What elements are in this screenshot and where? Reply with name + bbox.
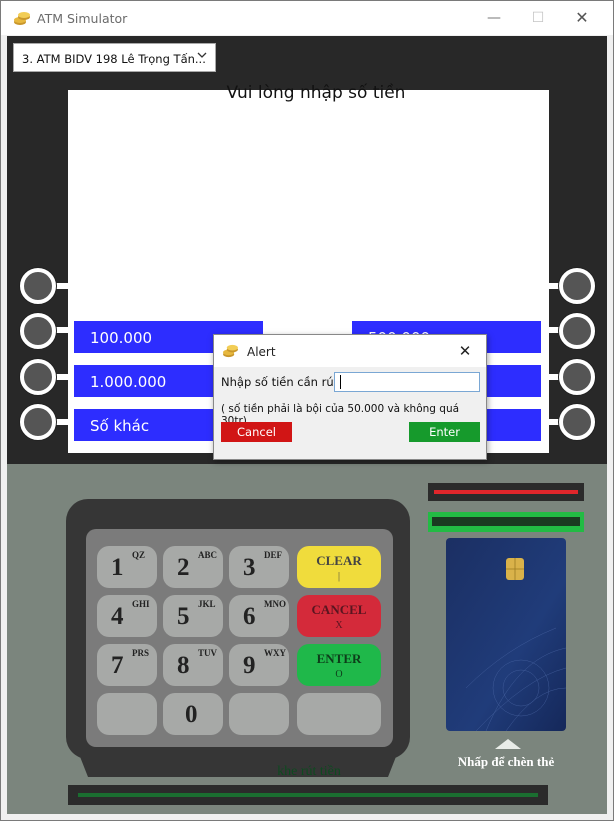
key-8[interactable]: 8 TUV	[163, 644, 223, 686]
title-bar: ATM Simulator — ☐ ✕	[1, 1, 613, 35]
key-5[interactable]: 5 JKL	[163, 595, 223, 637]
bank-card[interactable]	[446, 538, 566, 731]
left-side-button-2[interactable]	[20, 313, 56, 349]
window-title: ATM Simulator	[37, 11, 128, 26]
key-letters: ABC	[198, 550, 218, 560]
key-number: 9	[243, 652, 256, 679]
right-side-button-4[interactable]	[559, 404, 595, 440]
key-letters: JKL	[198, 599, 216, 609]
amount-input[interactable]	[334, 372, 480, 392]
key-2[interactable]: 2 ABC	[163, 546, 223, 588]
key-number: 3	[243, 554, 256, 581]
key-letters: MNO	[264, 599, 286, 609]
dialog-close-button[interactable]: ✕	[454, 340, 476, 362]
cash-dispenser-slot	[68, 785, 548, 805]
key-number: 6	[243, 603, 256, 630]
text-cursor	[340, 375, 341, 389]
insert-card-label[interactable]: Nhấp để chèn thẻ	[451, 754, 561, 770]
key-number: 7	[111, 652, 124, 679]
dialog-title-bar: Alert ✕	[214, 335, 486, 367]
right-side-button-1[interactable]	[559, 268, 595, 304]
left-side-button-4[interactable]	[20, 404, 56, 440]
amount-prompt-label: Nhập số tiền cần rút:	[221, 375, 343, 389]
atm-select-dropdown[interactable]: 3. ATM BIDV 198 Lê Trọng Tấn...	[13, 43, 216, 72]
side-connector	[53, 327, 75, 333]
key-4[interactable]: 4 GHI	[97, 595, 157, 637]
chevron-down-icon	[197, 52, 207, 58]
enter-key[interactable]: ENTER O	[297, 644, 381, 686]
key-letters: PRS	[132, 648, 150, 658]
enter-key-label: ENTER	[316, 651, 362, 666]
key-number: 8	[177, 652, 190, 679]
cash-dispenser-label: khe rút tiền	[277, 764, 341, 779]
key-number: 1	[111, 554, 124, 581]
key-9[interactable]: 9 WXY	[229, 644, 289, 686]
cancel-key-label: CANCEL	[311, 602, 367, 617]
atm-select-value: 3. ATM BIDV 198 Lê Trọng Tấn...	[22, 52, 206, 66]
key-3[interactable]: 3 DEF	[229, 546, 289, 588]
minimize-button[interactable]: —	[471, 1, 517, 35]
dialog-cancel-button[interactable]: Cancel	[221, 422, 292, 442]
cancel-key-symbol: X	[335, 620, 343, 631]
key-1[interactable]: 1 QZ	[97, 546, 157, 588]
clear-key-label: CLEAR	[316, 553, 362, 568]
coins-icon	[14, 12, 30, 25]
arrow-up-icon	[495, 739, 521, 749]
key-number: 0	[185, 701, 198, 728]
alert-dialog: Alert ✕ Nhập số tiền cần rút: ( số tiền …	[213, 334, 487, 460]
side-connector	[53, 419, 75, 425]
left-side-button-1[interactable]	[20, 268, 56, 304]
clear-key[interactable]: CLEAR |	[297, 546, 381, 588]
key-blank-left[interactable]	[97, 693, 157, 735]
key-0[interactable]: 0	[163, 693, 223, 735]
key-letters: DEF	[264, 550, 282, 560]
right-side-button-3[interactable]	[559, 359, 595, 395]
key-number: 2	[177, 554, 190, 581]
card-slot[interactable]	[428, 512, 584, 532]
left-side-button-3[interactable]	[20, 359, 56, 395]
key-letters: TUV	[198, 648, 218, 658]
key-6[interactable]: 6 MNO	[229, 595, 289, 637]
close-button[interactable]: ✕	[559, 1, 605, 35]
key-blank-right[interactable]	[229, 693, 289, 735]
receipt-slot	[428, 483, 584, 501]
side-connector	[53, 374, 75, 380]
clear-key-symbol: |	[337, 571, 340, 582]
key-letters: GHI	[132, 599, 150, 609]
key-letters: WXY	[264, 648, 286, 658]
enter-key-symbol: O	[335, 669, 343, 680]
right-side-button-2[interactable]	[559, 313, 595, 349]
dialog-title: Alert	[247, 345, 276, 359]
key-letters: QZ	[132, 550, 146, 560]
screen-message: Vui lòng nhập số tiền	[226, 83, 406, 103]
maximize-button[interactable]: ☐	[515, 1, 561, 35]
key-number: 5	[177, 603, 190, 630]
dialog-enter-button[interactable]: Enter	[409, 422, 480, 442]
key-number: 4	[111, 603, 124, 630]
cancel-key[interactable]: CANCEL X	[297, 595, 381, 637]
key-7[interactable]: 7 PRS	[97, 644, 157, 686]
atm-simulator-window: ATM Simulator — ☐ ✕ 3. ATM BIDV 198 Lê T…	[0, 0, 614, 821]
coins-icon	[223, 344, 238, 358]
key-blank-function[interactable]	[297, 693, 381, 735]
